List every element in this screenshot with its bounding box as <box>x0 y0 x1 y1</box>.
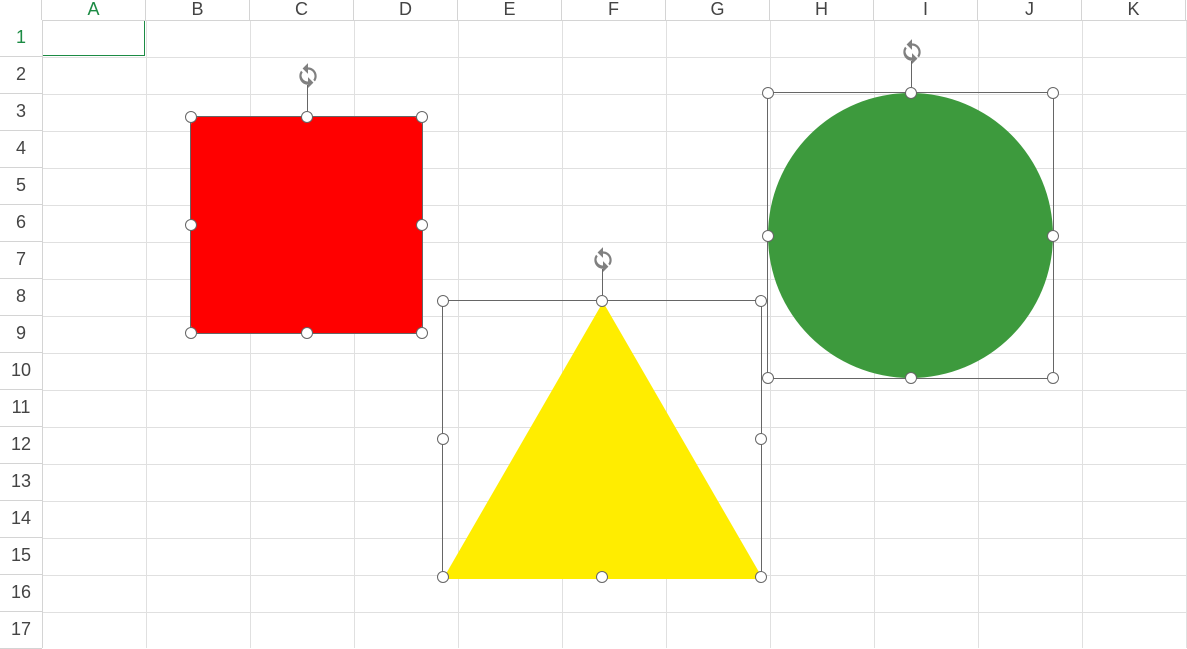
row-header-14[interactable]: 14 <box>0 501 42 538</box>
resize-handle-nw[interactable] <box>437 295 449 307</box>
row-header-4[interactable]: 4 <box>0 131 42 168</box>
column-header-c[interactable]: C <box>250 0 354 20</box>
circle-fill[interactable] <box>768 93 1053 378</box>
resize-handle-s[interactable] <box>596 571 608 583</box>
row-header-3[interactable]: 3 <box>0 94 42 131</box>
column-header-a[interactable]: A <box>42 0 146 20</box>
resize-handle-ne[interactable] <box>755 295 767 307</box>
row-header-6[interactable]: 6 <box>0 205 42 242</box>
resize-handle-ne[interactable] <box>1047 87 1059 99</box>
rotate-handle-icon[interactable] <box>899 38 925 64</box>
row-header-10[interactable]: 10 <box>0 353 42 390</box>
rotate-stem <box>602 269 603 295</box>
row-header-11[interactable]: 11 <box>0 390 42 427</box>
column-header-k[interactable]: K <box>1082 0 1186 20</box>
column-header-h[interactable]: H <box>770 0 874 20</box>
row-header-7[interactable]: 7 <box>0 242 42 279</box>
row-header-12[interactable]: 12 <box>0 427 42 464</box>
column-header-g[interactable]: G <box>666 0 770 20</box>
resize-handle-se[interactable] <box>1047 372 1059 384</box>
column-header-d[interactable]: D <box>354 0 458 20</box>
column-header-e[interactable]: E <box>458 0 562 20</box>
column-header-row: A B C D E F G H I J K <box>0 0 1187 21</box>
resize-handle-s[interactable] <box>301 327 313 339</box>
resize-handle-nw[interactable] <box>762 87 774 99</box>
row-header-16[interactable]: 16 <box>0 575 42 612</box>
row-header-9[interactable]: 9 <box>0 316 42 353</box>
resize-handle-sw[interactable] <box>762 372 774 384</box>
select-all-corner[interactable] <box>0 0 42 20</box>
row-header-13[interactable]: 13 <box>0 464 42 501</box>
spreadsheet-canvas: A B C D E F G H I J K 1 2 3 4 5 6 7 8 9 … <box>0 0 1187 648</box>
shape-rectangle[interactable] <box>190 116 423 334</box>
row-header-15[interactable]: 15 <box>0 538 42 575</box>
row-header-1[interactable]: 1 <box>0 20 42 57</box>
triangle-fill[interactable] <box>443 302 763 579</box>
resize-handle-se[interactable] <box>416 327 428 339</box>
resize-handle-w[interactable] <box>185 219 197 231</box>
row-header-column: 1 2 3 4 5 6 7 8 9 10 11 12 13 14 15 16 1… <box>0 20 43 648</box>
resize-handle-nw[interactable] <box>185 111 197 123</box>
resize-handle-se[interactable] <box>755 571 767 583</box>
rotate-stem <box>911 61 912 87</box>
resize-handle-sw[interactable] <box>185 327 197 339</box>
rectangle-fill[interactable] <box>191 117 422 333</box>
resize-handle-w[interactable] <box>762 230 774 242</box>
row-header-17[interactable]: 17 <box>0 612 42 649</box>
row-header-2[interactable]: 2 <box>0 57 42 94</box>
rotate-handle-icon[interactable] <box>295 62 321 88</box>
rotate-handle-icon[interactable] <box>590 246 616 272</box>
resize-handle-sw[interactable] <box>437 571 449 583</box>
resize-handle-e[interactable] <box>755 433 767 445</box>
shape-triangle[interactable] <box>442 300 762 578</box>
active-cell-outline[interactable] <box>42 20 145 56</box>
cell-grid[interactable] <box>42 20 1187 648</box>
column-header-i[interactable]: I <box>874 0 978 20</box>
column-header-f[interactable]: F <box>562 0 666 20</box>
column-header-b[interactable]: B <box>146 0 250 20</box>
row-header-8[interactable]: 8 <box>0 279 42 316</box>
resize-handle-n[interactable] <box>301 111 313 123</box>
rotate-stem <box>307 85 308 111</box>
row-header-5[interactable]: 5 <box>0 168 42 205</box>
resize-handle-ne[interactable] <box>416 111 428 123</box>
resize-handle-e[interactable] <box>1047 230 1059 242</box>
resize-handle-s[interactable] <box>905 372 917 384</box>
resize-handle-e[interactable] <box>416 219 428 231</box>
resize-handle-w[interactable] <box>437 433 449 445</box>
resize-handle-n[interactable] <box>596 295 608 307</box>
resize-handle-n[interactable] <box>905 87 917 99</box>
column-header-j[interactable]: J <box>978 0 1082 20</box>
shape-circle[interactable] <box>767 92 1054 379</box>
